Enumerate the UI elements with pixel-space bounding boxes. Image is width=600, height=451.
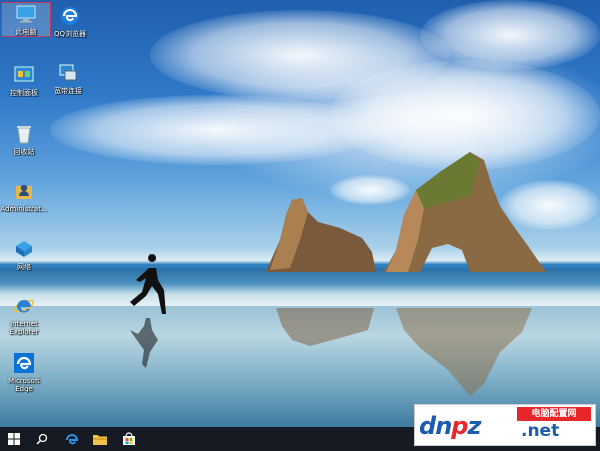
desktop-icon-control-panel[interactable]: 控制面板: [0, 64, 48, 97]
recycle-bin-icon: [17, 126, 31, 144]
control-panel-icon: [14, 66, 34, 82]
taskbar-edge-button[interactable]: [58, 427, 86, 451]
desktop-icon-label: 控制面板: [10, 89, 38, 97]
desktop-wallpaper: 此电脑 QQ浏览器 控制面板 宽带连接 回收站 Administrat... 网…: [0, 0, 600, 427]
search-button[interactable]: [28, 427, 56, 451]
runner-reflection: [130, 318, 158, 368]
desktop-icon-label: QQ浏览器: [53, 30, 87, 38]
qq-browser-icon: [61, 7, 79, 25]
watermark-logo: dnpz: [419, 412, 481, 440]
windows-start-icon: [8, 433, 20, 445]
taskbar-file-explorer-button[interactable]: [86, 427, 114, 451]
desktop-icon-internet-explorer[interactable]: Internet Explorer: [0, 295, 48, 336]
desktop-icon-administrator[interactable]: Administrat...: [0, 180, 48, 213]
search-icon: [36, 433, 48, 445]
taskbar-store-button[interactable]: [115, 427, 143, 451]
network-icon: [16, 241, 32, 257]
desktop-icon-broadband[interactable]: 宽带连接: [44, 62, 92, 95]
edge-icon: [14, 353, 34, 373]
desktop-icon-network[interactable]: 网络: [0, 238, 48, 271]
watermark-domain: .net: [521, 421, 560, 441]
desktop-icon-qq-browser[interactable]: QQ浏览器: [46, 5, 94, 38]
user-folder-icon: [16, 184, 32, 199]
edge-icon: [66, 434, 79, 445]
left-rock-reflection: [276, 308, 374, 346]
internet-explorer-icon: [14, 299, 34, 313]
desktop-icon-this-pc[interactable]: 此电脑: [1, 2, 51, 37]
start-button[interactable]: [0, 427, 28, 451]
desktop-icon-label: 宽带连接: [54, 87, 82, 95]
site-watermark: dnpz 电脑配置网 .net: [414, 404, 596, 446]
runner: [130, 254, 166, 314]
watermark-badge: 电脑配置网: [517, 407, 591, 421]
desktop-icon-label: 回收站: [13, 148, 35, 156]
desktop-icon-recycle-bin[interactable]: 回收站: [0, 123, 48, 156]
computer-icon: [16, 5, 36, 23]
right-rock-reflection: [396, 308, 532, 396]
desktop-icon-edge[interactable]: Microsoft Edge: [0, 352, 48, 393]
desktop-icon-label: 此电脑: [15, 28, 37, 36]
store-icon: [123, 432, 135, 445]
desktop-icon-label: Administrat...: [0, 205, 48, 213]
folder-icon: [93, 435, 107, 445]
desktop-icon-label: Microsoft Edge: [8, 377, 40, 393]
desktop-icon-label: 网络: [17, 263, 31, 271]
desktop-icon-label: Internet Explorer: [9, 320, 39, 336]
broadband-connection-icon: [59, 64, 77, 81]
